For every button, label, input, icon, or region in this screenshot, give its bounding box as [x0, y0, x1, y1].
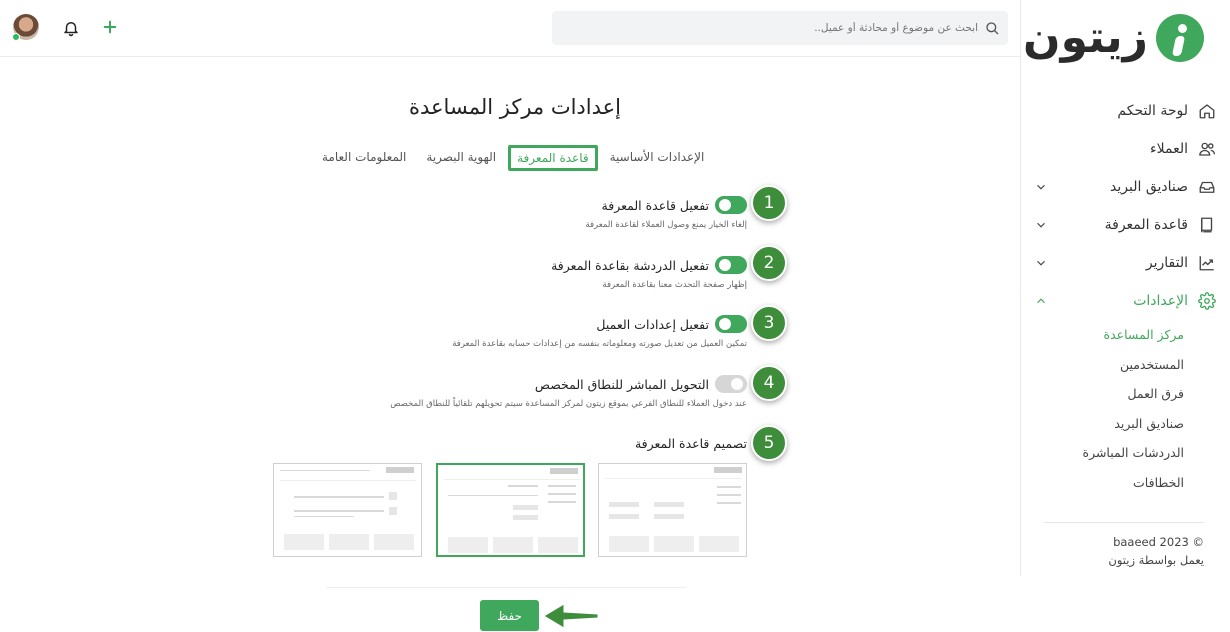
design-option-1[interactable] — [598, 463, 747, 557]
inbox-icon — [1198, 178, 1216, 196]
submenu-item-webhooks[interactable]: الخطافات — [1020, 468, 1230, 498]
setting-description: إظهار صفحة التحدث معنا بقاعدة المعرفة — [602, 280, 747, 290]
step-badge: 3 — [751, 305, 787, 341]
chevron-down-icon[interactable] — [1034, 180, 1048, 194]
step-badge: 4 — [751, 365, 787, 401]
chevron-down-icon[interactable] — [1034, 218, 1048, 232]
plus-icon[interactable] — [102, 18, 118, 36]
setting-description: عند دخول العملاء للنطاق الفرعي بموقع زيت… — [390, 399, 747, 409]
sidebar-item-label: العملاء — [1150, 141, 1188, 157]
submenu-item-users[interactable]: المستخدمين — [1020, 350, 1230, 380]
save-button[interactable]: حفظ — [480, 600, 539, 631]
submenu-item-teams[interactable]: فرق العمل — [1020, 379, 1230, 409]
setting-enable-kb: تفعيل قاعدة المعرفة إلغاء الخيار يمنع وص… — [585, 196, 747, 230]
sidebar-item-mailboxes[interactable]: صناديق البريد — [1020, 168, 1230, 206]
powered-by-text: يعمل بواسطة زيتون — [1108, 553, 1204, 567]
bell-icon[interactable] — [62, 18, 80, 38]
toggle-switch[interactable] — [715, 196, 747, 214]
chart-icon — [1198, 254, 1216, 272]
search-bar[interactable] — [552, 11, 1008, 45]
copyright-text: © baaeed 2023 — [1113, 535, 1204, 549]
sidebar-footer: © baaeed 2023 يعمل بواسطة زيتون — [1044, 522, 1204, 569]
sidebar-item-label: لوحة التحكم — [1117, 103, 1188, 119]
logo-mark-icon — [1156, 13, 1204, 62]
tab-general-info[interactable]: المعلومات العامة — [314, 145, 414, 171]
setting-direct-redirect-domain: التحويل المباشر للنطاق المخصص عند دخول ا… — [390, 375, 747, 409]
setting-label: تصميم قاعدة المعرفة — [634, 436, 747, 451]
setting-description: تمكين العميل من تعديل صورته ومعلوماته بن… — [452, 339, 747, 349]
topbar — [0, 0, 1020, 57]
submenu-item-help-center[interactable]: مركز المساعدة — [1020, 320, 1230, 350]
setting-enable-customer-settings: تفعيل إعدادات العميل تمكين العميل من تعد… — [452, 315, 747, 349]
sidebar-item-label: قاعدة المعرفة — [1104, 217, 1188, 233]
book-icon — [1198, 216, 1216, 234]
gear-icon — [1198, 292, 1216, 310]
avatar[interactable] — [12, 14, 39, 41]
sidebar-item-label: التقارير — [1145, 255, 1188, 271]
design-options — [273, 463, 747, 557]
chevron-down-icon[interactable] — [1034, 256, 1048, 270]
search-icon — [986, 22, 999, 35]
step-badge: 1 — [751, 185, 787, 221]
pointer-arrow-icon — [543, 603, 599, 629]
divider — [326, 587, 686, 588]
setting-label: تفعيل إعدادات العميل — [596, 316, 709, 332]
sidebar-nav: لوحة التحكم العملاء صناديق البريد قاعدة … — [1020, 92, 1230, 497]
design-option-2[interactable] — [436, 463, 585, 557]
settings-submenu: مركز المساعدة المستخدمين فرق العمل صنادي… — [1020, 320, 1230, 497]
setting-label: تفعيل قاعدة المعرفة — [601, 197, 709, 213]
setting-label: التحويل المباشر للنطاق المخصص — [534, 376, 709, 392]
users-icon — [1198, 140, 1216, 158]
tab-visual-identity[interactable]: الهوية البصرية — [418, 145, 504, 171]
setting-description: إلغاء الخيار يمنع وصول العملاء لقاعدة ال… — [585, 220, 747, 230]
chevron-up-icon[interactable] — [1034, 294, 1048, 308]
sidebar-item-label: الإعدادات — [1133, 293, 1188, 309]
sidebar-item-reports[interactable]: التقارير — [1020, 244, 1230, 282]
brand-logo[interactable]: زيتون — [1023, 12, 1204, 63]
setting-enable-kb-chat: تفعيل الدردشة بقاعدة المعرفة إظهار صفحة … — [551, 256, 747, 290]
settings-tabs: الإعدادات الأساسية قاعدة المعرفة الهوية … — [310, 145, 712, 171]
toggle-switch[interactable] — [715, 256, 747, 274]
toggle-switch[interactable] — [715, 315, 747, 333]
page-title: إعدادات مركز المساعدة — [409, 95, 622, 119]
toggle-switch[interactable] — [715, 375, 747, 393]
sidebar-item-customers[interactable]: العملاء — [1020, 130, 1230, 168]
setting-kb-design: تصميم قاعدة المعرفة — [635, 433, 747, 452]
sidebar-item-label: صناديق البريد — [1110, 179, 1188, 195]
search-input[interactable] — [578, 22, 978, 34]
tab-basic-settings[interactable]: الإعدادات الأساسية — [602, 145, 713, 171]
submenu-item-mailboxes[interactable]: صناديق البريد — [1020, 409, 1230, 439]
submenu-item-live-chats[interactable]: الدردشات المباشرة — [1020, 438, 1230, 468]
step-badge: 2 — [751, 245, 787, 281]
sidebar: زيتون لوحة التحكم العملاء صناديق البريد — [1020, 0, 1230, 576]
logo-text: زيتون — [1023, 12, 1148, 63]
online-status-dot — [12, 33, 20, 41]
step-badge: 5 — [751, 425, 787, 461]
main-content: إعدادات مركز المساعدة الإعدادات الأساسية… — [0, 57, 1020, 632]
sidebar-item-dashboard[interactable]: لوحة التحكم — [1020, 92, 1230, 130]
tab-knowledge-base[interactable]: قاعدة المعرفة — [508, 145, 598, 171]
home-icon — [1198, 102, 1216, 120]
sidebar-item-settings[interactable]: الإعدادات — [1020, 282, 1230, 320]
design-option-3[interactable] — [273, 463, 422, 557]
setting-label: تفعيل الدردشة بقاعدة المعرفة — [551, 257, 709, 273]
sidebar-item-knowledge-base[interactable]: قاعدة المعرفة — [1020, 206, 1230, 244]
